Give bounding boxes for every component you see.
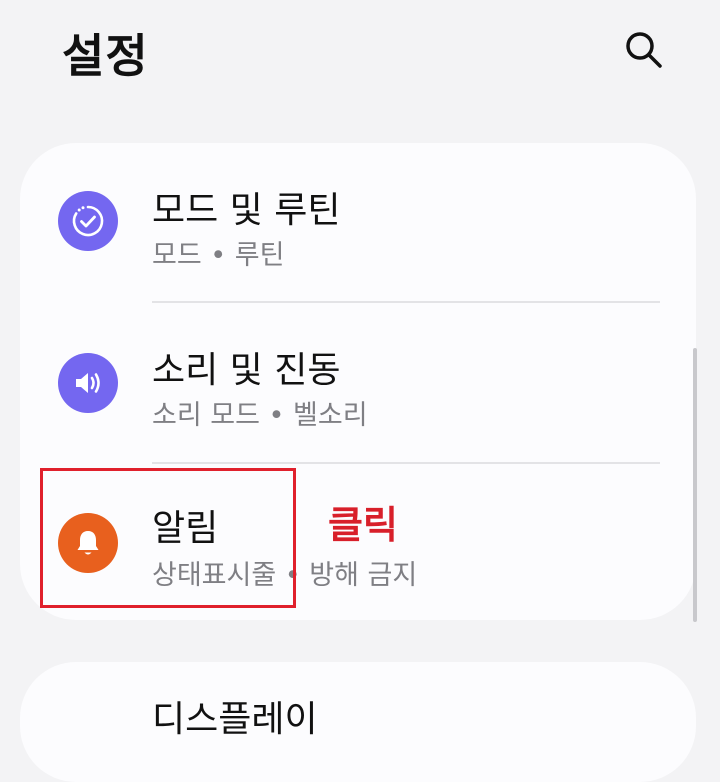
search-button[interactable] [620,26,666,72]
settings-item-modes-routines[interactable]: 모드 및 루틴 모드 • 루틴 [20,143,696,303]
settings-item-title: 소리 및 진동 [152,350,341,391]
click-highlight-box [40,468,296,608]
settings-item-display[interactable]: 디스플레이 [152,690,318,742]
settings-item-title: 모드 및 루틴 [152,190,341,231]
volume-icon [58,353,118,413]
settings-item-subtitle: 모드 • 루틴 [152,240,285,271]
modes-routines-icon [58,191,118,251]
settings-card-next [20,662,696,782]
search-icon [626,32,662,68]
page-title: 설정 [62,29,149,83]
click-annotation: 클릭 [328,503,398,547]
settings-item-subtitle: 소리 모드 • 벨소리 [152,400,368,431]
settings-item-sound-vibration[interactable]: 소리 및 진동 소리 모드 • 벨소리 [20,303,696,463]
scrollbar[interactable] [693,348,697,622]
